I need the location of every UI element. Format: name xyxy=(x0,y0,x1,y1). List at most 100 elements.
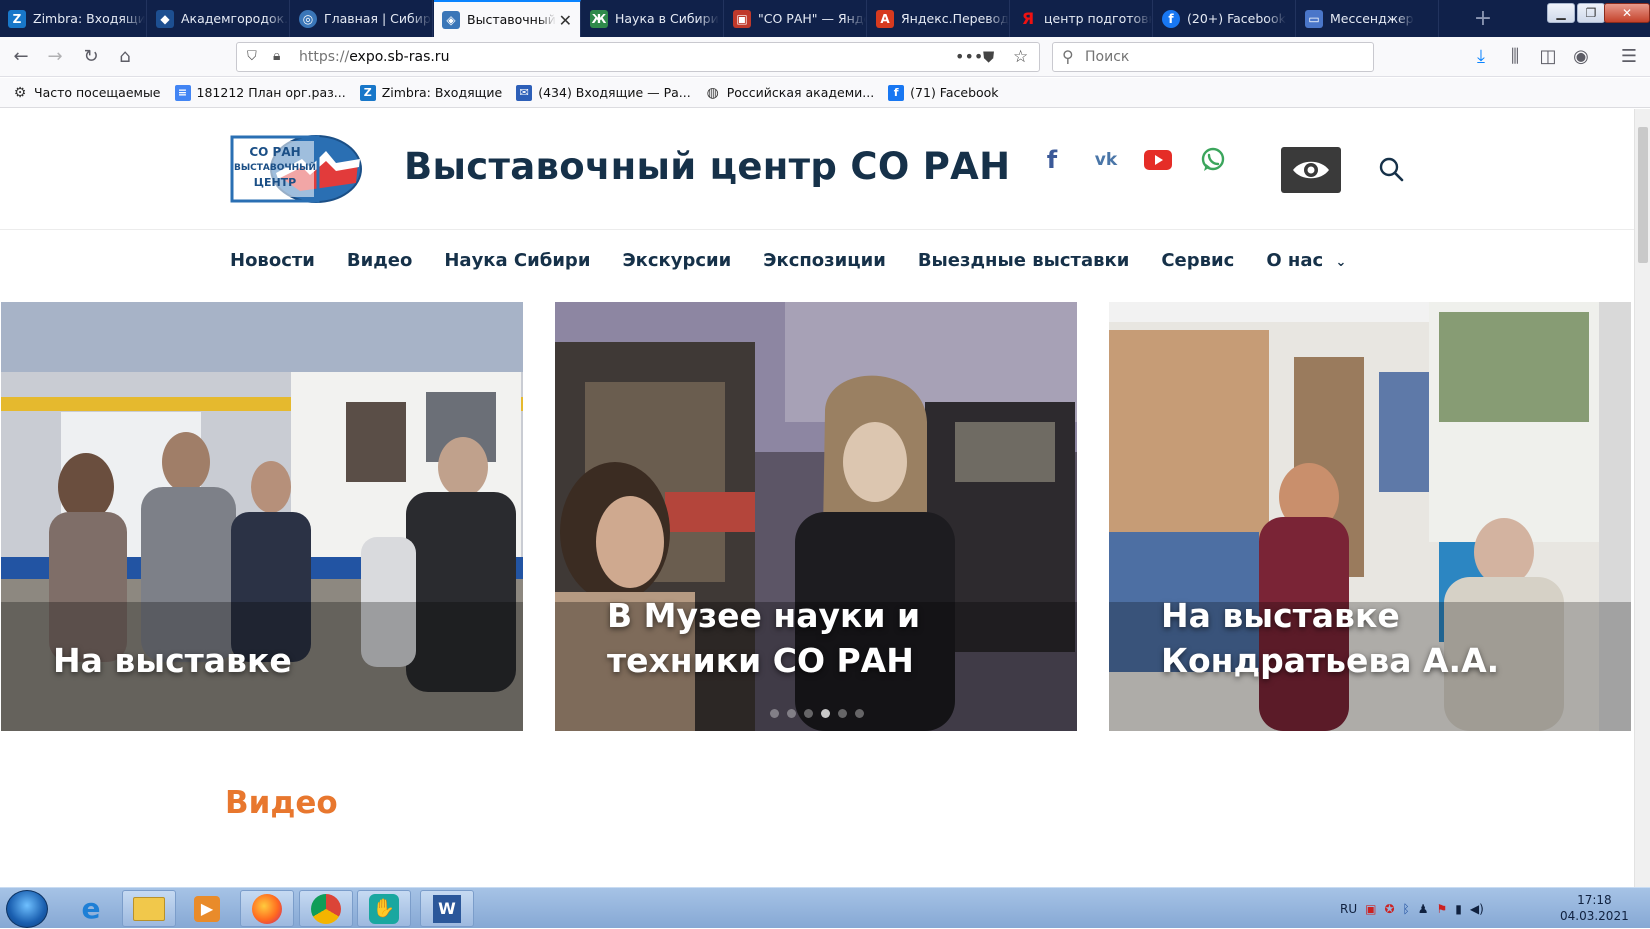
tab-title: Zimbra: Входящи xyxy=(33,11,145,26)
window-close-button[interactable]: ✕ xyxy=(1604,3,1650,23)
bookmark-label: 181212 План орг.раз... xyxy=(196,85,346,100)
tray-app-icon[interactable]: ▣ xyxy=(1365,902,1376,916)
slide-caption[interactable]: На выставке Кондратьева А.А. xyxy=(1161,593,1631,683)
slider-dot[interactable] xyxy=(787,709,796,718)
clock-time: 17:18 xyxy=(1577,893,1612,907)
search-input[interactable]: ⚲ Поиск xyxy=(1052,42,1374,72)
tab-yandex-translate[interactable]: A Яндекс.Перевод xyxy=(868,0,1010,37)
bookmark-frequent[interactable]: ⚙ Часто посещаемые xyxy=(12,85,161,101)
close-tab-icon[interactable]: ✕ xyxy=(559,11,572,30)
lock-icon[interactable]: 🔒︎ xyxy=(273,48,280,64)
tab-title: Главная | Сибирс xyxy=(324,11,432,26)
bluetooth-icon[interactable]: ᛒ xyxy=(1403,902,1410,916)
ie-icon[interactable]: e xyxy=(64,890,118,927)
tab-title: центр подготовк xyxy=(1044,11,1152,26)
nav-item-excursions[interactable]: Экскурсии xyxy=(622,250,731,271)
shield-icon[interactable]: ⛉ xyxy=(247,49,257,64)
tab-facebook[interactable]: f (20+) Facebook xyxy=(1154,0,1296,37)
minimize-button[interactable]: ▁ xyxy=(1547,3,1575,23)
scrollbar-thumb[interactable] xyxy=(1638,127,1648,263)
whatsapp-icon[interactable] xyxy=(1198,145,1228,175)
slide-caption[interactable]: В Музее науки и техники СО РАН xyxy=(607,593,1077,683)
nav-item-visiting-exhibitions[interactable]: Выездные выставки xyxy=(918,250,1130,271)
bookmark-label: Zimbra: Входящие xyxy=(381,85,503,100)
tab-center[interactable]: Я центр подготовк xyxy=(1011,0,1153,37)
slider-pagination xyxy=(770,709,864,718)
downloads-icon[interactable]: ⤓ xyxy=(1468,45,1494,69)
menu-icon[interactable]: ☰ xyxy=(1616,45,1642,69)
bookmark-inbox[interactable]: ✉ (434) Входящие — Ра... xyxy=(516,84,691,101)
bookmark-plan[interactable]: ≡ 181212 План орг.раз... xyxy=(174,84,346,101)
nav-item-about[interactable]: О нас ⌄ xyxy=(1266,250,1346,271)
site-search-icon[interactable] xyxy=(1377,155,1405,183)
tab-expo[interactable]: ◈ Выставочный ✕ xyxy=(434,0,581,37)
page-scrollbar[interactable] xyxy=(1634,109,1650,887)
tab-title: "СО РАН" — Янде xyxy=(758,11,866,26)
tab-zimbra[interactable]: Z Zimbra: Входящи xyxy=(0,0,147,37)
new-tab-button[interactable]: + xyxy=(1468,6,1498,31)
word-icon[interactable]: W xyxy=(420,890,474,927)
slide-card[interactable]: На выставке Кондратьева А.А. xyxy=(1109,302,1631,731)
slide-card[interactable]: На выставке xyxy=(1,302,523,731)
tab-nauka[interactable]: Ж Наука в Сибири xyxy=(582,0,724,37)
pocket-icon[interactable]: ⛊ xyxy=(983,48,994,66)
vk-icon[interactable]: vk xyxy=(1091,145,1121,175)
nav-item-science-siberia[interactable]: Наука Сибири xyxy=(444,250,590,271)
bookmark-zimbra[interactable]: Z Zimbra: Входящие xyxy=(359,84,503,101)
account-icon[interactable]: ◉ xyxy=(1568,45,1594,69)
tray-user-icon[interactable]: ♟ xyxy=(1418,902,1429,916)
home-button[interactable]: ⌂ xyxy=(112,45,138,69)
bookmark-label: Часто посещаемые xyxy=(34,85,161,100)
slider-dot[interactable] xyxy=(804,709,813,718)
nav-item-news[interactable]: Новости xyxy=(230,250,315,271)
explorer-icon[interactable] xyxy=(122,890,176,927)
maximize-button[interactable]: ❐ xyxy=(1577,3,1605,23)
reload-button[interactable]: ↻ xyxy=(78,45,104,69)
browser-toolbar: ← → ↻ ⌂ ⛉ 🔒︎ https://expo.sb-ras.ru ••• … xyxy=(0,37,1650,77)
library-icon[interactable]: ⫼ xyxy=(1502,45,1528,69)
firefox-icon[interactable] xyxy=(240,890,294,927)
accessibility-eye-button[interactable] xyxy=(1281,147,1341,193)
nav-item-expositions[interactable]: Экспозиции xyxy=(763,250,886,271)
media-player-icon[interactable]: ▶ xyxy=(180,890,234,927)
back-button[interactable]: ← xyxy=(8,45,34,69)
bookmark-star-icon[interactable]: ☆ xyxy=(1013,47,1028,67)
tab-academ[interactable]: ◆ Академгородок. xyxy=(148,0,290,37)
slider-dot[interactable] xyxy=(770,709,779,718)
slide-card[interactable]: В Музее науки и техники СО РАН xyxy=(555,302,1077,731)
tab-messenger[interactable]: ▭ Мессенджер xyxy=(1297,0,1439,37)
paw-app-icon[interactable]: ✋ xyxy=(357,890,411,927)
nav-item-video[interactable]: Видео xyxy=(347,250,412,271)
bookmark-ras[interactable]: ◍ Российская академи... xyxy=(705,85,875,101)
slider-dot[interactable] xyxy=(838,709,847,718)
address-bar[interactable]: ⛉ 🔒︎ https://expo.sb-ras.ru ••• ⛊ ☆ xyxy=(236,42,1040,72)
tab-so-ran-yandex[interactable]: ▣ "СО РАН" — Янде xyxy=(725,0,867,37)
slider-dot[interactable] xyxy=(855,709,864,718)
forward-button[interactable]: → xyxy=(42,45,68,69)
site-title[interactable]: Выставочный центр СО РАН xyxy=(404,145,1010,188)
tab-main-sibir[interactable]: ◎ Главная | Сибирс xyxy=(291,0,433,37)
bookmark-facebook[interactable]: f (71) Facebook xyxy=(888,84,999,101)
sidebar-icon[interactable]: ◫ xyxy=(1535,45,1561,69)
nav-item-service[interactable]: Сервис xyxy=(1161,250,1234,271)
youtube-icon[interactable] xyxy=(1143,145,1173,175)
nauka-icon: Ж xyxy=(590,9,608,28)
facebook-icon[interactable]: f xyxy=(1037,145,1067,175)
network-icon[interactable]: ▮ xyxy=(1455,902,1462,916)
gear-icon: ⚙ xyxy=(13,84,27,101)
slide-caption[interactable]: На выставке xyxy=(53,638,292,683)
facebook-icon: f xyxy=(1162,9,1180,28)
language-indicator[interactable]: RU xyxy=(1340,902,1357,916)
chrome-icon[interactable] xyxy=(299,890,353,927)
url-text[interactable]: https://expo.sb-ras.ru xyxy=(299,49,449,65)
academ-icon: ◆ xyxy=(156,9,174,28)
volume-icon[interactable]: ◀) xyxy=(1470,902,1484,916)
page-actions-icon[interactable]: ••• xyxy=(955,47,983,66)
site-logo[interactable]: СО РАН ВЫСТАВОЧНЫЙ ЦЕНТР xyxy=(230,133,364,205)
tray-flag-icon[interactable]: ✪ xyxy=(1384,902,1394,916)
start-button[interactable] xyxy=(6,890,48,928)
action-center-icon[interactable]: ⚑ xyxy=(1437,902,1448,916)
slider-dot[interactable] xyxy=(821,709,830,718)
taskbar-clock[interactable]: 17:18 04.03.2021 xyxy=(1560,892,1629,924)
clock-date: 04.03.2021 xyxy=(1560,909,1629,923)
